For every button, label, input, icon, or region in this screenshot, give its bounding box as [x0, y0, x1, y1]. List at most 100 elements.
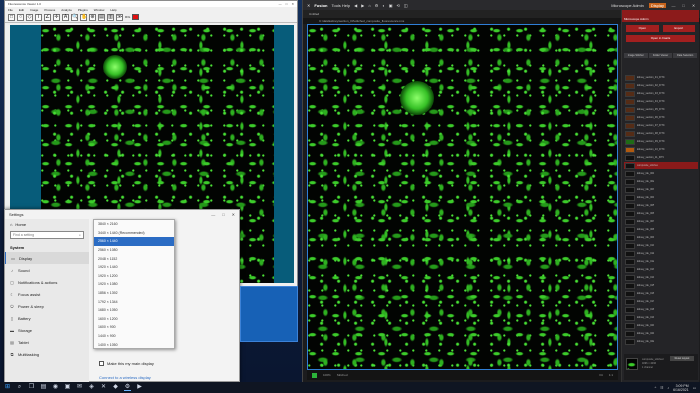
notification-chevron-icon[interactable]: ^: [655, 386, 657, 390]
task-view-icon[interactable]: ❐: [28, 384, 35, 391]
open-in-imaris-button[interactable]: Open in Imaris: [626, 35, 695, 42]
viewer-app-icon[interactable]: ◈: [88, 384, 95, 391]
checkbox-box[interactable]: [99, 361, 104, 366]
resolution-option[interactable]: 1792 × 1344: [94, 297, 174, 306]
fit-button[interactable]: Fit: [599, 373, 602, 377]
file-list-item[interactable]: kidney_tile_007: [624, 218, 698, 225]
file-list-item[interactable]: kidney_tile_002: [624, 178, 698, 185]
file-list-item[interactable]: composite_stitched: [624, 162, 698, 169]
oval-tool-icon[interactable]: ○: [17, 13, 24, 21]
fusion-app-icon[interactable]: ✕: [100, 384, 107, 391]
file-list-item[interactable]: kidney_section_06_FITC: [624, 114, 698, 121]
rectangle-tool-icon[interactable]: □: [8, 13, 15, 21]
edge-icon[interactable]: ◉: [52, 384, 59, 391]
resolution-option[interactable]: 1856 × 1392: [94, 289, 174, 298]
terminal-icon[interactable]: ▶: [136, 384, 143, 391]
volume-icon[interactable]: ♪: [667, 386, 669, 390]
file-list-item[interactable]: kidney_tile_008: [624, 226, 698, 233]
magnifier-tool-icon[interactable]: 🔍: [71, 13, 78, 21]
menu-window[interactable]: Window: [94, 8, 105, 12]
sidebar-item-notifications-actions[interactable]: ▢ Notifications & actions: [5, 276, 89, 288]
file-list-item[interactable]: kidney_section_08_FITC: [624, 130, 698, 137]
angle-tool-icon[interactable]: ∠: [44, 13, 51, 21]
freehand-tool-icon[interactable]: ⌇: [35, 13, 42, 21]
menu-analyze[interactable]: Analyze: [61, 8, 72, 12]
windows-start-icon[interactable]: ⊞: [4, 384, 11, 391]
fusion-tab[interactable]: Untitled: [309, 12, 319, 16]
minimize-icon[interactable]: —: [671, 3, 676, 8]
sidebar-item-focus-assist[interactable]: ☾ Focus assist: [5, 288, 89, 300]
imaris-icon[interactable]: ◆: [112, 384, 119, 391]
frame-icon[interactable]: ▣: [389, 3, 393, 8]
main-display-checkbox[interactable]: Make this my main display: [99, 361, 154, 366]
resolution-option[interactable]: 2560 × 1080: [94, 246, 174, 255]
file-list-item[interactable]: kidney_section_03_FITC: [624, 90, 698, 97]
file-list-item[interactable]: kidney_tile_009: [624, 234, 698, 241]
sidebar-item-sound[interactable]: ♪ Sound: [5, 264, 89, 276]
file-list-item[interactable]: kidney_tile_003: [624, 186, 698, 193]
menu-file[interactable]: File: [8, 8, 13, 12]
file-list-item[interactable]: kidney_tile_017: [624, 298, 698, 305]
resolution-option[interactable]: 3440 × 1440 (Recommended): [94, 229, 174, 238]
file-list-item[interactable]: kidney_tile_013: [624, 266, 698, 273]
resolution-option[interactable]: 1680 × 1050: [94, 306, 174, 315]
tab-folder-viewer[interactable]: Folder Viewer: [648, 53, 673, 58]
resolution-option[interactable]: 1920 × 1440: [94, 263, 174, 272]
settings-icon[interactable]: ⚙: [124, 384, 131, 391]
sidebar-item-display[interactable]: ▭ Display: [5, 252, 89, 264]
resolution-option[interactable]: 1920 × 1200: [94, 272, 174, 281]
close-icon[interactable]: ✕: [232, 212, 235, 217]
maximize-icon[interactable]: □: [222, 212, 224, 217]
maximize-icon[interactable]: □: [286, 2, 288, 6]
file-list-item[interactable]: kidney_section_01_FITC: [624, 74, 698, 81]
export-button[interactable]: Export: [662, 25, 695, 32]
search-icon[interactable]: ⌕: [16, 384, 23, 391]
sidebar-item-power-sleep[interactable]: ⏻ Power & sleep: [5, 300, 89, 312]
file-list-item[interactable]: kidney_tile_015: [624, 282, 698, 289]
lut-tool-icon[interactable]: ▥: [107, 13, 114, 21]
store-icon[interactable]: ▣: [64, 384, 71, 391]
file-list-item[interactable]: kidney_tile_011: [624, 250, 698, 257]
contrast-icon[interactable]: ◐: [382, 3, 384, 8]
notifications-icon[interactable]: ▭: [693, 386, 696, 390]
resolution-dropdown[interactable]: 3840 × 2160 3440 × 1440 (Recommended) 2560…: [93, 219, 175, 349]
rotate-icon[interactable]: ⟲: [397, 3, 400, 8]
user-label[interactable]: Microscope Admin: [611, 3, 644, 8]
hand-tool-icon[interactable]: ✋: [80, 13, 87, 21]
resolution-option[interactable]: 1920 × 1080: [94, 280, 174, 289]
close-icon[interactable]: ✕: [291, 2, 294, 6]
settings-home[interactable]: ⌂ Home: [5, 219, 89, 229]
tab-data-selection[interactable]: Data Selection: [673, 53, 698, 58]
point-tool-icon[interactable]: ✛: [53, 13, 60, 21]
one-to-one-button[interactable]: 1:1: [609, 373, 613, 377]
file-list-item[interactable]: kidney_tile_005: [624, 202, 698, 209]
menu-help[interactable]: Help: [110, 8, 116, 12]
file-list-item[interactable]: kidney_section_07_FITC: [624, 122, 698, 129]
file-list-item[interactable]: kidney_tile_010: [624, 242, 698, 249]
file-list-item[interactable]: kidney_tile_006: [624, 210, 698, 217]
sidebar-item-storage[interactable]: ▬ Storage: [5, 324, 89, 336]
minimize-icon[interactable]: —: [211, 212, 215, 217]
tab-image-stitcher[interactable]: Image Stitcher: [624, 53, 648, 58]
file-list-item[interactable]: kidney_tile_004: [624, 194, 698, 201]
split-view-icon[interactable]: ◫: [404, 3, 408, 8]
file-list-item[interactable]: kidney_tile_016: [624, 290, 698, 297]
polygon-tool-icon[interactable]: ◇: [26, 13, 33, 21]
file-list-item[interactable]: kidney_section_10_FITC: [624, 146, 698, 153]
wireless-display-link[interactable]: Connect to a wireless display: [99, 375, 151, 380]
sidebar-item-multitasking[interactable]: ⧉ Multitasking: [5, 348, 89, 360]
text-tool-icon[interactable]: A: [62, 13, 69, 21]
menu-process[interactable]: Process: [44, 8, 55, 12]
fusion-image-viewport[interactable]: [307, 24, 618, 370]
sidebar-item-battery[interactable]: ▯ Battery: [5, 312, 89, 324]
dropper-tool-icon[interactable]: ⊕: [89, 13, 96, 21]
resolution-option[interactable]: 1600 × 1200: [94, 315, 174, 324]
resolution-option[interactable]: 1400 × 1050: [94, 340, 174, 349]
maximize-icon[interactable]: □: [681, 3, 686, 8]
alert-badge[interactable]: Display: [648, 2, 666, 8]
file-list-item[interactable]: kidney_tile_020: [624, 322, 698, 329]
file-list-item[interactable]: kidney_tile_014: [624, 274, 698, 281]
color-swatch[interactable]: [132, 14, 140, 20]
menu-plugins[interactable]: Plugins: [78, 8, 88, 12]
file-list-item[interactable]: kidney_tile_019: [624, 314, 698, 321]
